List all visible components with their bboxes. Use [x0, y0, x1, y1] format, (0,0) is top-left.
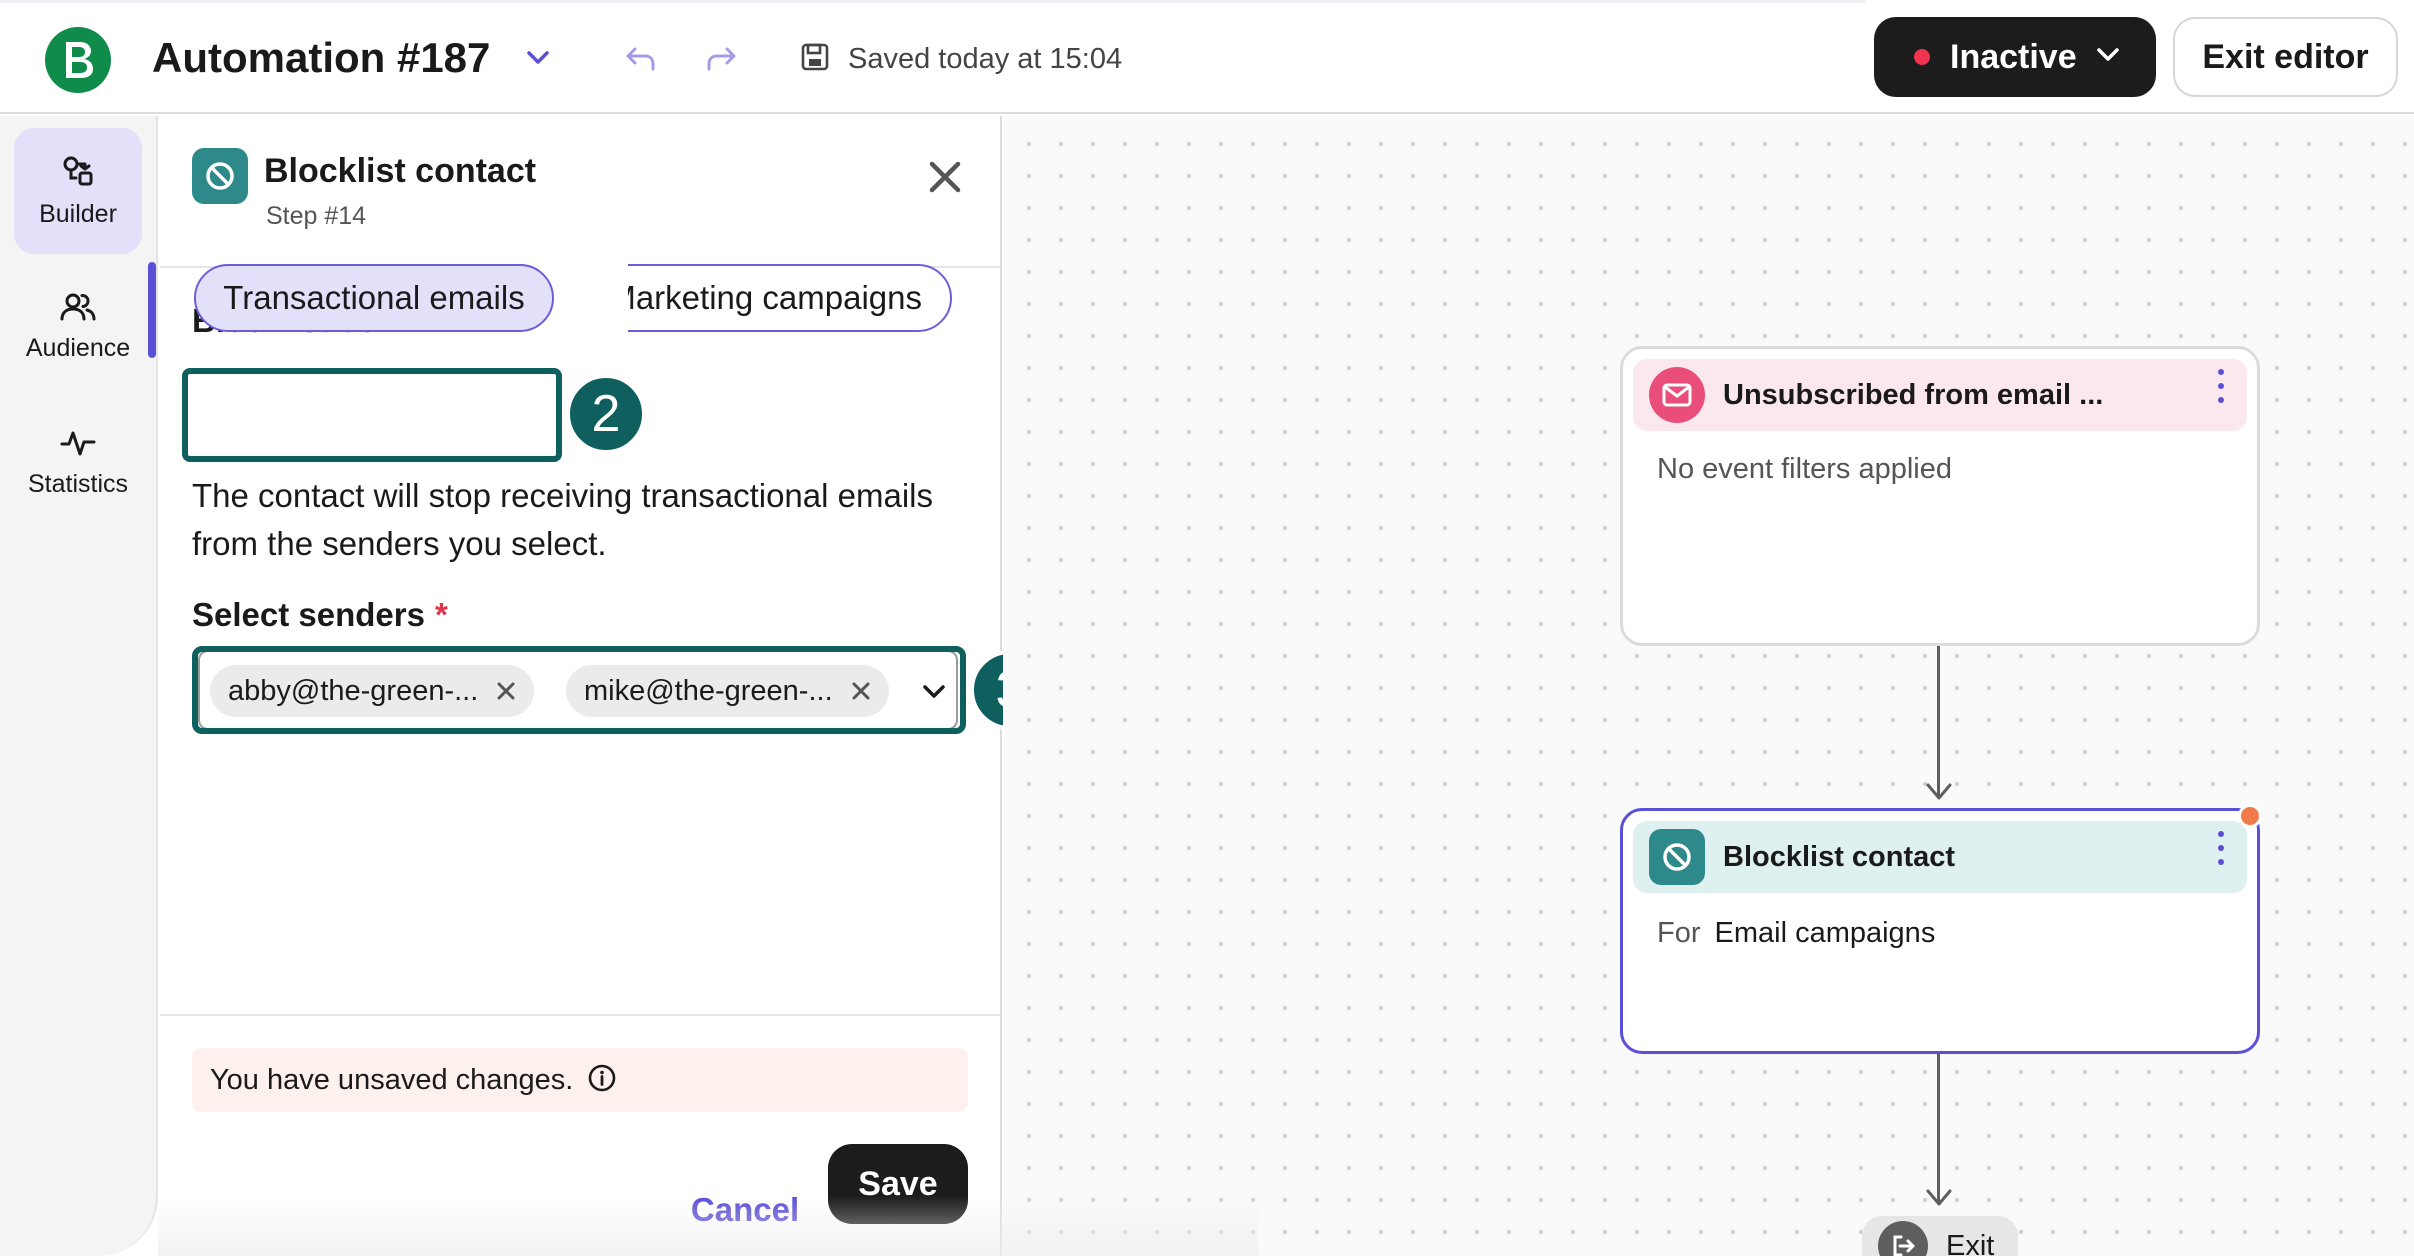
for-value: Email campaigns [1714, 917, 1936, 949]
node-header: Blocklist contact [1633, 821, 2247, 893]
nav-item-builder[interactable]: Builder [14, 128, 142, 254]
required-mark: * [434, 596, 448, 633]
panel-title: Blocklist contact [264, 152, 537, 190]
unsaved-dot-icon [2238, 804, 2262, 828]
for-label: For [1657, 917, 1701, 949]
nav-item-audience[interactable]: Audience [14, 264, 142, 390]
nav-label: Audience [25, 334, 131, 362]
close-icon[interactable] [920, 152, 970, 202]
status-label: Inactive [1950, 37, 2077, 76]
panel-header: Blocklist contact Step #14 [160, 116, 1000, 268]
top-divider [0, 0, 1866, 3]
saved-text: Saved today at 15:04 [848, 42, 1123, 75]
brevo-logo[interactable] [45, 27, 111, 93]
top-bar: Automation #187 Saved today at 15:04 Ina… [0, 0, 2414, 114]
select-senders-text: Select senders [192, 596, 425, 633]
statistics-icon [60, 427, 96, 464]
more-vertical-icon[interactable] [2215, 831, 2227, 865]
node-title: Unsubscribed from email ... [1723, 378, 2104, 411]
exit-node[interactable]: Exit [1862, 1216, 2018, 1256]
select-senders-label: Select senders * [192, 596, 448, 634]
exit-icon [1878, 1221, 1928, 1256]
node-header: Unsubscribed from email ... [1633, 359, 2247, 431]
status-dropdown-button[interactable]: Inactive [1874, 17, 2156, 97]
node-body: No event filters applied [1657, 453, 1952, 485]
nav-active-indicator [148, 262, 156, 358]
node-title: Blocklist contact [1723, 840, 1956, 873]
annotation-highlight [182, 368, 562, 462]
footer-divider [160, 1014, 1000, 1016]
chevron-down-icon [2096, 47, 2119, 67]
status-dot-icon [1914, 49, 1930, 65]
connector-line [1937, 1054, 1940, 1202]
chevron-down-icon[interactable] [520, 40, 556, 76]
blocklist-icon [1649, 829, 1705, 885]
annotation-highlight [192, 646, 966, 734]
description-text: The contact will stop receiving transact… [192, 477, 934, 562]
blocklist-icon [192, 148, 248, 204]
arrow-down-icon [1925, 780, 1953, 809]
panel-step-number: Step #14 [266, 202, 367, 230]
builder-icon [60, 153, 96, 194]
connector-line [1937, 646, 1940, 798]
info-icon[interactable] [587, 1063, 617, 1098]
trigger-node[interactable]: Unsubscribed from email ... No event fil… [1620, 346, 2260, 646]
cancel-button[interactable]: Cancel [660, 1176, 830, 1244]
undo-icon[interactable] [620, 38, 662, 80]
nav-item-statistics[interactable]: Statistics [14, 400, 142, 526]
more-vertical-icon[interactable] [2215, 369, 2227, 403]
arrow-down-icon [1925, 1186, 1953, 1215]
nav-label: Builder [39, 200, 117, 228]
unsaved-changes-banner: You have unsaved changes. [192, 1048, 968, 1112]
exit-editor-button[interactable]: Exit editor [2173, 17, 2398, 97]
nav-label: Statistics [27, 470, 129, 498]
node-body: For Email campaigns [1657, 917, 1935, 950]
workflow-canvas[interactable] [1003, 116, 2414, 1256]
save-status: Saved today at 15:04 [800, 38, 1122, 80]
floppy-disk-icon [800, 42, 830, 77]
redo-icon[interactable] [700, 38, 742, 80]
exit-node-label: Exit [1946, 1229, 1995, 1256]
envelope-icon [1649, 367, 1705, 423]
annotation-badge: 2 [566, 374, 646, 454]
blocklist-contact-node[interactable]: Blocklist contact For Email campaigns [1620, 808, 2260, 1054]
automation-title[interactable]: Automation #187 [152, 30, 490, 86]
save-button[interactable]: Save [828, 1144, 968, 1224]
left-nav: Builder Audience Statistics [0, 116, 158, 1256]
option-transactional-emails[interactable]: Transactional emails [194, 264, 554, 332]
audience-icon [60, 291, 96, 328]
unsaved-text: You have unsaved changes. [210, 1063, 574, 1096]
